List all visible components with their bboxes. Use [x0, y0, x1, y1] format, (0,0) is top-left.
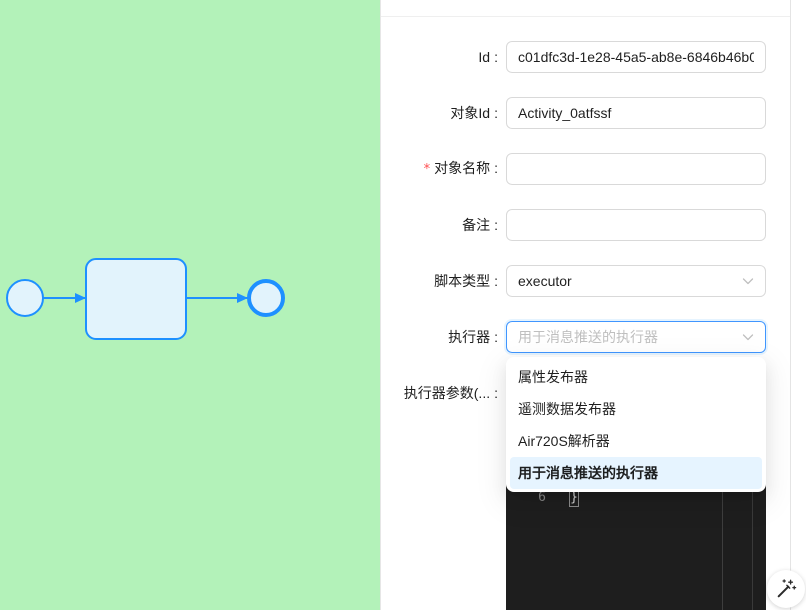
dropdown-option[interactable]: 遥测数据发布器	[510, 393, 762, 425]
script-type-select-value: executor	[518, 273, 572, 289]
magic-wand-button[interactable]	[767, 570, 805, 608]
form-label-script-type: 脚本类型:	[381, 270, 506, 292]
panel-header	[381, 0, 790, 17]
dropdown-option[interactable]: 属性发布器	[510, 361, 762, 393]
chevron-down-icon	[742, 334, 754, 341]
task[interactable]	[85, 258, 187, 340]
bpmn-canvas[interactable]	[0, 0, 380, 610]
end-event[interactable]	[247, 279, 285, 317]
dropdown-option[interactable]: Air720S解析器	[510, 425, 762, 457]
object-id-input[interactable]	[506, 97, 766, 129]
label-colon: :	[494, 105, 498, 121]
chevron-down-icon	[742, 278, 754, 285]
label-text: 脚本类型	[434, 273, 491, 289]
magic-wand-icon	[777, 579, 797, 598]
required-asterisk: *	[423, 162, 431, 177]
label-text: 执行器参数(...	[403, 385, 491, 401]
executor-select[interactable]: 用于消息推送的执行器	[506, 321, 766, 353]
label-text: 执行器	[448, 329, 491, 345]
label-text: 对象名称	[434, 160, 491, 176]
panel-scrollbar-track[interactable]	[790, 0, 806, 610]
remark-input[interactable]	[506, 209, 766, 241]
label-colon: :	[494, 49, 498, 65]
label-text: 备注	[462, 217, 491, 233]
form-item-id: Id:	[381, 41, 766, 73]
form-label-object-id: 对象Id:	[381, 102, 506, 124]
form-item-script-type: 脚本类型: executor	[381, 265, 766, 297]
form-label-object-name: * 对象名称:	[381, 157, 506, 181]
bpmn-diagram	[6, 258, 285, 340]
start-event[interactable]	[6, 279, 44, 317]
label-text: Id	[478, 49, 491, 65]
form-label-executor-params: 执行器参数(...:	[381, 382, 506, 404]
form-label-remark: 备注:	[381, 214, 506, 236]
label-colon: :	[494, 160, 498, 176]
object-name-input[interactable]	[506, 153, 766, 185]
label-colon: :	[494, 273, 498, 289]
executor-dropdown: 属性发布器 遥测数据发布器 Air720S解析器 用于消息推送的执行器	[506, 357, 766, 492]
form-label-id: Id:	[381, 46, 506, 68]
id-input[interactable]	[506, 41, 766, 73]
form-item-object-name: * 对象名称:	[381, 153, 766, 185]
properties-panel: Id: 对象Id: *对象名称: 备注: 脚本类型: executor	[381, 0, 790, 610]
dropdown-option[interactable]: 用于消息推送的执行器	[510, 457, 762, 489]
label-colon: :	[494, 385, 498, 401]
form-item-executor: 执行器: 用于消息推送的执行器	[381, 321, 766, 353]
executor-select-value: 用于消息推送的执行器	[518, 329, 658, 345]
label-text: 对象Id	[450, 105, 491, 121]
label-colon: :	[494, 217, 498, 233]
label-colon: :	[494, 329, 498, 345]
script-type-select[interactable]: executor	[506, 265, 766, 297]
form-label-executor: 执行器:	[381, 326, 506, 348]
form-item-remark: 备注:	[381, 209, 766, 241]
form-item-object-id: 对象Id:	[381, 97, 766, 129]
